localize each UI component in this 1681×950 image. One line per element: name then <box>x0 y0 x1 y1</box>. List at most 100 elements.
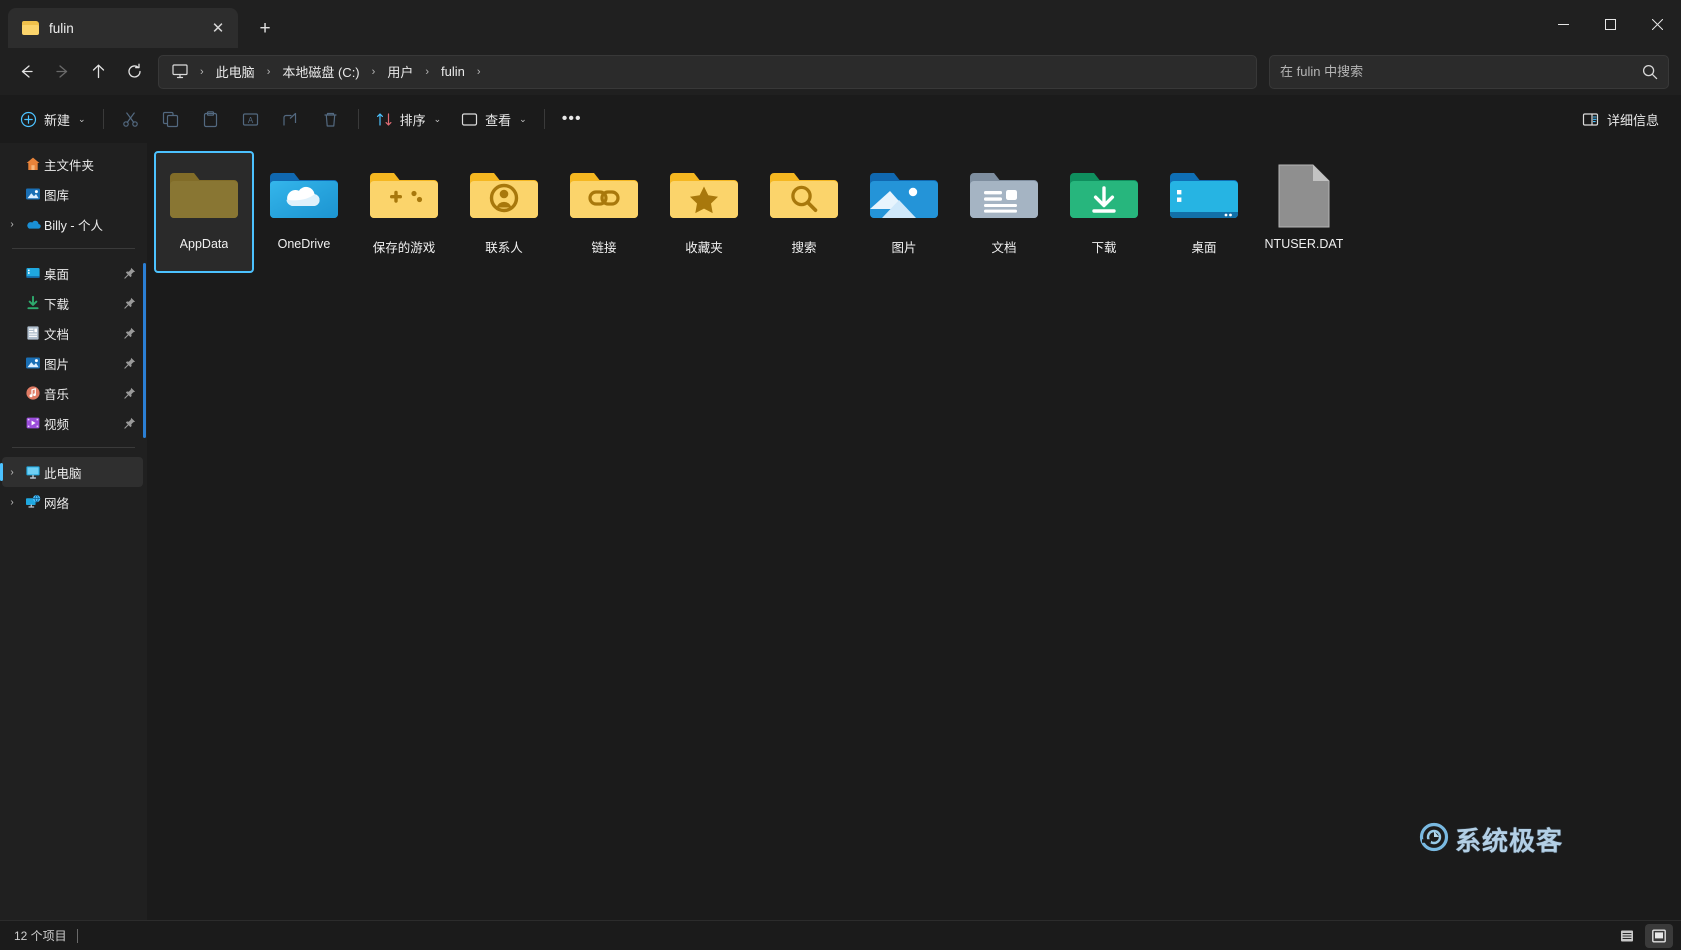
sidebar-item-network[interactable]: › 网络 <box>2 487 143 517</box>
sidebar-item-gallery[interactable]: 图库 <box>2 179 143 209</box>
breadcrumb-item-3[interactable]: fulin <box>434 60 472 83</box>
chevron-right-icon[interactable]: › <box>2 467 22 478</box>
forward-button[interactable] <box>44 55 80 89</box>
close-tab-icon[interactable]: ✕ <box>204 14 232 42</box>
file-item-onedrive[interactable]: OneDrive <box>254 151 354 273</box>
address-bar[interactable]: › 此电脑 › 本地磁盘 (C:) › 用户 › fulin › <box>158 55 1257 89</box>
refresh-button[interactable] <box>116 55 152 89</box>
sidebar-item-downloads[interactable]: 下载 <box>2 288 143 318</box>
details-pane-button[interactable]: 详细信息 <box>1572 102 1669 136</box>
file-item-pictures[interactable]: 图片 <box>854 151 954 273</box>
file-item-label: 联系人 <box>485 237 523 256</box>
pin-icon[interactable] <box>121 297 139 309</box>
file-explorer-window: fulin ✕ + <box>0 0 1681 950</box>
new-button-label: 新建 <box>44 110 70 129</box>
delete-button[interactable] <box>311 102 351 136</box>
file-item-label: NTUSER.DAT <box>1265 237 1344 251</box>
file-item-contacts[interactable]: 联系人 <box>454 151 554 273</box>
sidebar-item-onedrive-billy[interactable]: › Billy - 个人 <box>2 209 143 239</box>
sidebar-item-label: 网络 <box>44 493 121 512</box>
sidebar-item-this-pc[interactable]: › 此电脑 <box>2 457 143 487</box>
sidebar-item-documents[interactable]: 文档 <box>2 318 143 348</box>
share-button[interactable] <box>271 102 311 136</box>
toolbar-divider <box>358 109 359 129</box>
folder-searches-icon <box>766 163 842 229</box>
svg-text:A: A <box>248 116 254 125</box>
sidebar-divider <box>12 447 135 448</box>
minimize-icon[interactable] <box>1540 0 1587 48</box>
toolbar-divider <box>103 109 104 129</box>
chevron-right-icon[interactable]: › <box>2 497 22 508</box>
details-pane-label: 详细信息 <box>1607 110 1659 129</box>
search-input[interactable] <box>1280 64 1642 79</box>
tab-fulin[interactable]: fulin ✕ <box>8 8 238 48</box>
file-item-downloads[interactable]: 下载 <box>1054 151 1154 273</box>
documents-icon <box>22 325 44 341</box>
watermark: 系统极客 <box>1419 821 1563 858</box>
search-icon[interactable] <box>1642 64 1658 80</box>
icons-view-icon[interactable] <box>1645 924 1673 948</box>
file-list-pane[interactable]: AppData OneDrive <box>148 143 1681 920</box>
music-icon <box>22 385 44 401</box>
file-item-documents[interactable]: 文档 <box>954 151 1054 273</box>
breadcrumb-item-0[interactable]: 此电脑 <box>209 58 262 85</box>
pin-icon[interactable] <box>121 357 139 369</box>
paste-button[interactable] <box>191 102 231 136</box>
file-item-label: OneDrive <box>278 237 331 251</box>
sidebar-item-home[interactable]: 主文件夹 <box>2 149 143 179</box>
sidebar-item-label: 下载 <box>44 294 121 313</box>
sidebar-item-pictures[interactable]: 图片 <box>2 348 143 378</box>
sidebar-item-label: 音乐 <box>44 384 121 403</box>
sidebar-item-desktop[interactable]: 桌面 <box>2 258 143 288</box>
file-item-label: AppData <box>180 237 229 251</box>
close-icon[interactable] <box>1634 0 1681 48</box>
pin-icon[interactable] <box>121 417 139 429</box>
rename-button[interactable]: A <box>231 102 271 136</box>
copy-button[interactable] <box>151 102 191 136</box>
folder-desktop-icon <box>1166 163 1242 229</box>
pin-icon[interactable] <box>121 327 139 339</box>
pictures-icon <box>22 355 44 371</box>
sidebar-item-label: 图片 <box>44 354 121 373</box>
search-box[interactable] <box>1269 55 1669 89</box>
file-item-ntuser-dat[interactable]: NTUSER.DAT <box>1254 151 1354 273</box>
folder-documents-icon <box>966 163 1042 229</box>
file-item-appdata[interactable]: AppData <box>154 151 254 273</box>
cut-button[interactable] <box>111 102 151 136</box>
breadcrumb-separator: › <box>195 66 209 78</box>
sidebar-item-label: 视频 <box>44 414 121 433</box>
file-generic-icon <box>1266 163 1342 229</box>
file-item-desktop[interactable]: 桌面 <box>1154 151 1254 273</box>
breadcrumb-item-1[interactable]: 本地磁盘 (C:) <box>275 58 366 85</box>
sidebar-item-videos[interactable]: 视频 <box>2 408 143 438</box>
tab-title: fulin <box>49 21 194 36</box>
view-button[interactable]: 查看 ⌄ <box>451 102 537 136</box>
file-item-searches[interactable]: 搜索 <box>754 151 854 273</box>
tab-strip: fulin ✕ + <box>0 0 282 48</box>
this-pc-icon <box>169 62 191 82</box>
chevron-down-icon: ⌄ <box>434 114 442 125</box>
breadcrumb-item-2[interactable]: 用户 <box>380 58 420 85</box>
up-button[interactable] <box>80 55 116 89</box>
new-button[interactable]: 新建 ⌄ <box>10 102 96 136</box>
folder-onedrive-icon <box>266 163 342 229</box>
window-controls <box>1540 0 1681 48</box>
sidebar-item-music[interactable]: 音乐 <box>2 378 143 408</box>
chevron-right-icon[interactable]: › <box>2 219 22 230</box>
title-bar: fulin ✕ + <box>0 0 1681 48</box>
breadcrumb-separator: › <box>472 66 486 78</box>
pin-icon[interactable] <box>121 267 139 279</box>
file-item-saved-games[interactable]: 保存的游戏 <box>354 151 454 273</box>
back-button[interactable] <box>8 55 44 89</box>
new-tab-icon[interactable]: + <box>248 11 282 45</box>
file-item-links[interactable]: 链接 <box>554 151 654 273</box>
file-item-favorites[interactable]: 收藏夹 <box>654 151 754 273</box>
gallery-icon <box>22 186 44 202</box>
sidebar-scrollbar[interactable] <box>143 263 146 438</box>
sort-button[interactable]: 排序 ⌄ <box>366 102 452 136</box>
maximize-icon[interactable] <box>1587 0 1634 48</box>
folder-downloads-icon <box>1066 163 1142 229</box>
pin-icon[interactable] <box>121 387 139 399</box>
more-options-button[interactable]: ••• <box>552 102 592 136</box>
list-view-icon[interactable] <box>1613 924 1641 948</box>
